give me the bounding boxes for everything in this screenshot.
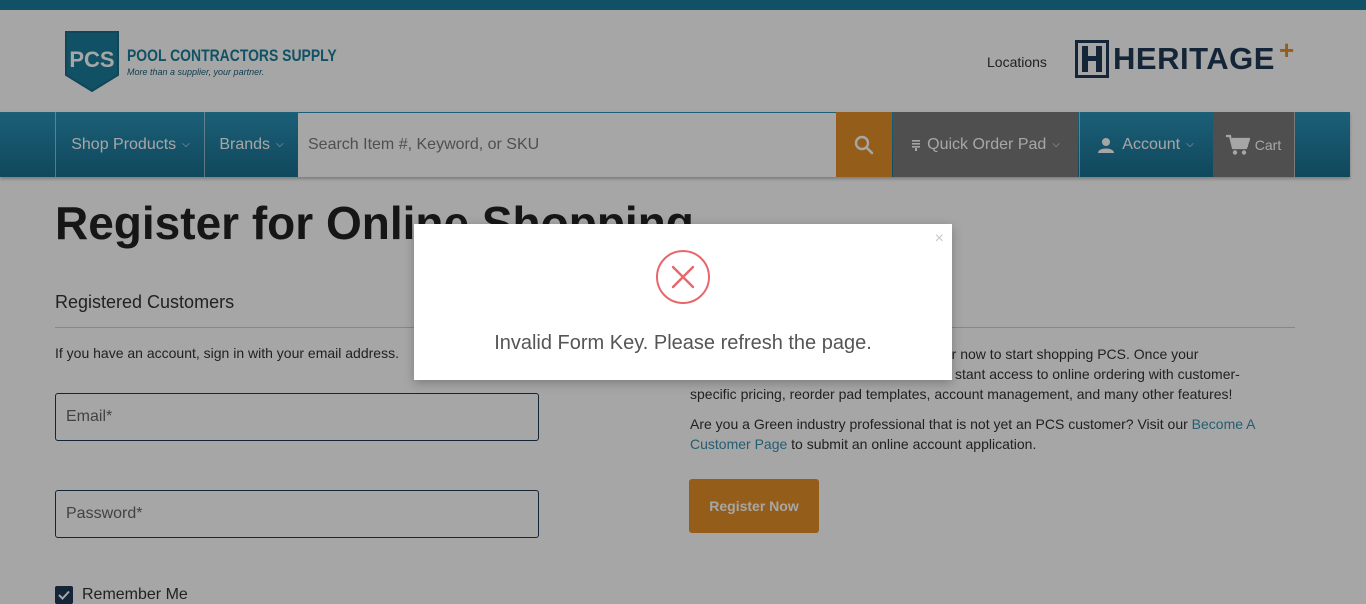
close-icon[interactable]: ×: [935, 230, 944, 248]
error-modal: × Invalid Form Key. Please refresh the p…: [414, 224, 952, 380]
modal-message: Invalid Form Key. Please refresh the pag…: [494, 332, 872, 354]
error-x-icon: [656, 250, 710, 304]
